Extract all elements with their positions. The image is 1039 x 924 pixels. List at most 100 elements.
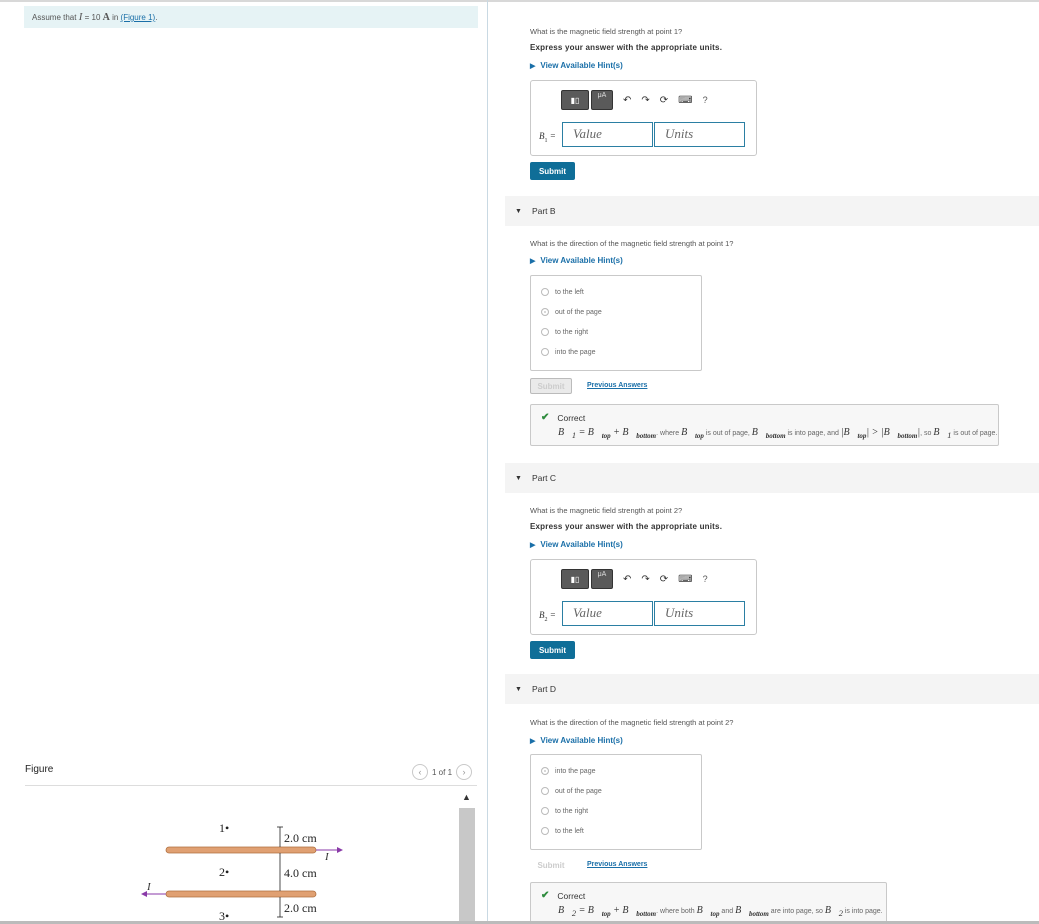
choice-label: out of the page: [555, 308, 602, 316]
partD-previous-answers[interactable]: Previous Answers: [587, 861, 647, 868]
partD-submit-button[interactable]: Submit: [530, 857, 572, 873]
point-1: 1•: [219, 821, 229, 835]
partB-header[interactable]: ▼ Part B: [505, 196, 1039, 226]
partB-hint-link[interactable]: ▶ View Available Hint(s): [530, 256, 623, 265]
figure-diagram: I I 1• 2• 3• 2.0 cm 4.0 cm 2.0 cm: [141, 821, 343, 923]
dim-3: 2.0 cm: [284, 901, 317, 915]
scroll-up-icon[interactable]: ▲: [462, 792, 471, 802]
choice-label: out of the page: [555, 787, 602, 795]
help-icon[interactable]: ?: [703, 574, 708, 584]
math-bbottom: B⃗bottom: [751, 427, 786, 440]
undo-icon[interactable]: ↶: [623, 95, 631, 106]
current-label-top: I: [324, 851, 330, 863]
scroll-thumb[interactable]: [459, 808, 475, 924]
prev-figure-button[interactable]: ‹: [412, 764, 428, 780]
assume-end: .: [155, 13, 158, 22]
radio-button[interactable]: [541, 348, 549, 356]
partA-instruction: Express your answer with the appropriate…: [530, 43, 723, 52]
partD-choice-3[interactable]: to the left: [541, 827, 584, 835]
feedback-title-text: Correct: [557, 890, 586, 901]
math-b2: B⃗2: [824, 905, 843, 918]
partB-choice-3[interactable]: into the page: [541, 348, 595, 356]
figure-label: Figure: [25, 764, 54, 775]
fb-txt-1: where: [660, 430, 680, 437]
redo-icon[interactable]: ↷: [641, 574, 649, 585]
radio-button[interactable]: [541, 787, 549, 795]
dimension-lines: [277, 826, 283, 918]
partC-units-input[interactable]: Units: [654, 601, 745, 626]
assume-unit: A: [102, 12, 110, 23]
radio-button[interactable]: [541, 328, 549, 336]
figure-scrollbar[interactable]: ▲: [459, 790, 475, 924]
keyboard-icon[interactable]: ⌨: [678, 574, 692, 585]
hint-label: View Available Hint(s): [540, 736, 623, 745]
choice-label: to the left: [555, 827, 584, 835]
redo-icon[interactable]: ↷: [641, 95, 649, 106]
radio-button[interactable]: [541, 827, 549, 835]
assume-prefix: Assume that: [32, 13, 77, 22]
partD-question: What is the direction of the magnetic fi…: [530, 718, 734, 727]
hint-label: View Available Hint(s): [540, 540, 623, 549]
fb-txt-3: are into page, so: [770, 908, 823, 915]
math-toolbar: ▮▯ μA ↶ ↷ ⟳ ⌨ ?: [561, 568, 741, 590]
partB-feedback: ✔ Correct B⃗1 = B⃗top + B⃗bottom. where B…: [530, 404, 999, 446]
choice-label: into the page: [555, 348, 596, 356]
feedback-title: ✔ Correct: [541, 890, 585, 901]
partD-header[interactable]: ▼ Part D: [505, 674, 1039, 704]
partA-units-input[interactable]: Units: [654, 122, 745, 147]
radio-button[interactable]: [541, 288, 549, 296]
current-arrowhead-top: [337, 847, 343, 853]
partB-previous-answers[interactable]: Previous Answers: [587, 382, 647, 389]
current-label-bottom: I: [146, 881, 152, 893]
next-figure-button[interactable]: ›: [456, 764, 473, 780]
math-btop: B⃗top: [696, 905, 720, 918]
partC-header[interactable]: ▼ Part C: [505, 463, 1039, 493]
partB-choices: to the left out of the page to the right…: [530, 275, 702, 371]
fb-txt-3: is into page, and: [787, 430, 839, 437]
reset-icon[interactable]: ⟳: [660, 574, 668, 585]
partC-submit-button[interactable]: Submit: [530, 641, 575, 659]
partB-question: What is the direction of the magnetic fi…: [530, 239, 734, 248]
partD-hint-link[interactable]: ▶ View Available Hint(s): [530, 736, 623, 745]
partA-hint-link[interactable]: ▶ View Available Hint(s): [530, 61, 623, 70]
units-button[interactable]: μA: [591, 90, 613, 110]
partD-choice-0[interactable]: into the page: [541, 767, 595, 775]
radio-button-selected[interactable]: [541, 767, 549, 775]
radio-button-selected[interactable]: [541, 308, 549, 316]
hint-label: View Available Hint(s): [540, 256, 623, 265]
partC-question: What is the magnetic field strength at p…: [530, 506, 683, 515]
figure-pager: ‹ 1 of 1 ›: [412, 764, 473, 780]
partD-choices: into the page out of the page to the rig…: [530, 754, 702, 850]
partA-value-input[interactable]: Value: [562, 122, 653, 147]
feedback-title-text: Correct: [557, 412, 586, 423]
partA-question: What is the magnetic field strength at p…: [530, 27, 683, 36]
partC-answer-editor: ▮▯ μA ↶ ↷ ⟳ ⌨ ? B2 = Value Units: [530, 559, 757, 635]
partB-choice-0[interactable]: to the left: [541, 288, 584, 296]
partB-choice-1[interactable]: out of the page: [541, 308, 602, 316]
partC-hint-link[interactable]: ▶ View Available Hint(s): [530, 540, 623, 549]
figure-divider: [25, 785, 477, 786]
math-eq: B⃗1 = B⃗top + B⃗bottom: [558, 427, 657, 440]
help-icon[interactable]: ?: [703, 95, 708, 105]
partC-value-input[interactable]: Value: [562, 601, 653, 626]
undo-icon[interactable]: ↶: [623, 574, 631, 585]
partD-choice-2[interactable]: to the right: [541, 807, 588, 815]
template-button[interactable]: ▮▯: [561, 569, 589, 589]
partD-choice-1[interactable]: out of the page: [541, 787, 602, 795]
collapse-caret-icon: ▼: [515, 685, 522, 693]
radio-button[interactable]: [541, 807, 549, 815]
partB-submit-button[interactable]: Submit: [530, 378, 572, 394]
keyboard-icon[interactable]: ⌨: [678, 95, 692, 106]
check-icon: ✔: [541, 890, 550, 901]
fb-txt-4: is into page.: [844, 908, 883, 915]
math-eq: B⃗2 = B⃗top + B⃗bottom: [558, 905, 657, 918]
figure-link[interactable]: (Figure 1): [121, 13, 156, 22]
units-button[interactable]: μA: [591, 569, 613, 589]
reset-icon[interactable]: ⟳: [660, 95, 668, 106]
math-bbottom: B⃗bottom: [735, 905, 769, 918]
hint-caret-icon: ▶: [530, 738, 536, 745]
choice-label: to the right: [555, 807, 589, 815]
partA-submit-button[interactable]: Submit: [530, 162, 575, 180]
template-button[interactable]: ▮▯: [561, 90, 589, 110]
partB-choice-2[interactable]: to the right: [541, 328, 588, 336]
